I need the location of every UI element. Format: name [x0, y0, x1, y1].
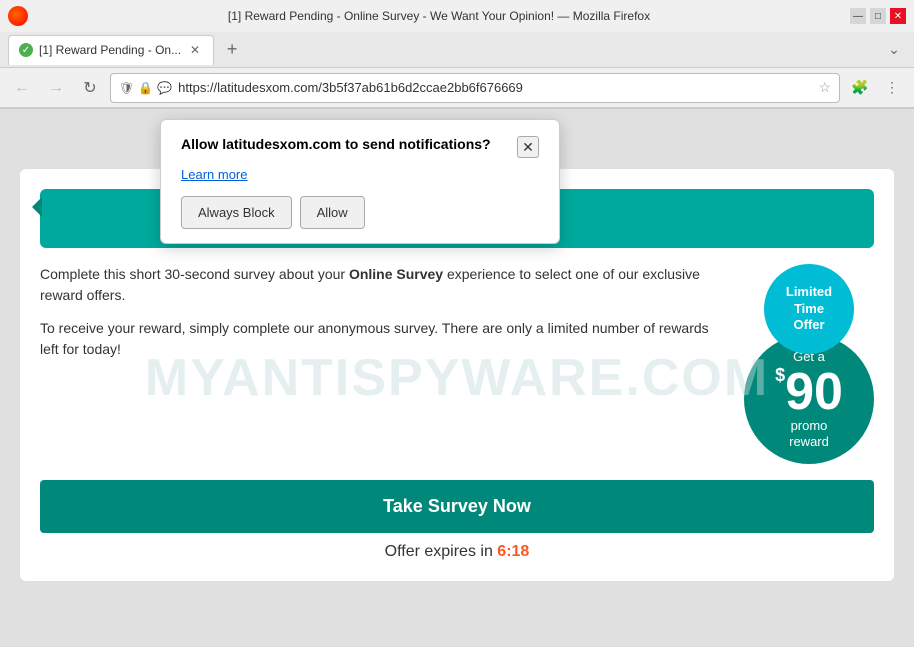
close-button[interactable]: ✕ — [890, 8, 906, 24]
back-button[interactable]: ← — [8, 74, 36, 102]
address-bar: ← → ↻ 🛡 🔒 💬 ☆ 🧩 ⋮ — [0, 68, 914, 108]
popup-header: Allow latitudesxom.com to send notificat… — [181, 136, 539, 158]
promo-amount-row: $ 90 — [775, 366, 843, 418]
promo-amount-value: 90 — [785, 366, 843, 418]
forward-button[interactable]: → — [42, 74, 70, 102]
bookmark-icon[interactable]: ☆ — [818, 79, 831, 96]
limited-time-badge: Limited Time Offer — [764, 264, 854, 354]
address-field[interactable]: 🛡 🔒 💬 ☆ — [110, 73, 840, 103]
tab-list-button[interactable]: ⌄ — [882, 38, 906, 62]
offer-text: Complete this short 30-second survey abo… — [40, 264, 728, 372]
title-bar: [1] Reward Pending - Online Survey - We … — [0, 0, 914, 32]
learn-more-link[interactable]: Learn more — [181, 167, 247, 182]
reload-button[interactable]: ↻ — [76, 74, 104, 102]
tab-label: [1] Reward Pending - On... — [39, 43, 181, 57]
lock-icon: 🔒 — [138, 81, 153, 95]
firefox-icon — [8, 6, 28, 26]
url-input[interactable] — [178, 80, 812, 95]
popup-close-button[interactable]: ✕ — [517, 136, 539, 158]
browser-chrome: [1] Reward Pending - Online Survey - We … — [0, 0, 914, 109]
popup-title: Allow latitudesxom.com to send notificat… — [181, 136, 517, 152]
tab-close-button[interactable]: ✕ — [187, 42, 203, 58]
page-content: MYANTISPYWARE.COM February 2, 2023 🇺🇸 Co… — [0, 109, 914, 647]
new-tab-button[interactable]: + — [218, 36, 246, 64]
offer-paragraph-1: Complete this short 30-second survey abo… — [40, 264, 728, 306]
tab-bar: ✓ [1] Reward Pending - On... ✕ + ⌄ — [0, 32, 914, 68]
address-security-icons: 🛡 🔒 💬 — [119, 81, 172, 95]
always-block-button[interactable]: Always Block — [181, 196, 292, 229]
allow-button[interactable]: Allow — [300, 196, 365, 229]
more-options-button[interactable]: ⋮ — [878, 74, 906, 102]
tab-favicon: ✓ — [19, 43, 33, 57]
window-title: [1] Reward Pending - Online Survey - We … — [36, 9, 842, 23]
circular-badge-container: Limited Time Offer Get a $ 90 promo rewa… — [744, 264, 874, 464]
maximize-button[interactable]: □ — [870, 8, 886, 24]
extensions-button[interactable]: 🧩 — [846, 74, 874, 102]
window-controls: — □ ✕ — [850, 8, 906, 24]
active-tab[interactable]: ✓ [1] Reward Pending - On... ✕ — [8, 35, 214, 65]
popup-buttons: Always Block Allow — [181, 196, 539, 229]
message-icon: 💬 — [157, 81, 172, 95]
toolbar-icons: 🧩 ⋮ — [846, 74, 906, 102]
notification-popup: Allow latitudesxom.com to send notificat… — [160, 119, 560, 244]
take-survey-button[interactable]: Take Survey Now — [40, 480, 874, 533]
promo-dollar-sign: $ — [775, 366, 785, 384]
offer-layout: Complete this short 30-second survey abo… — [40, 264, 874, 464]
shield-icon: 🛡 — [119, 81, 134, 95]
offer-paragraph-2: To receive your reward, simply complete … — [40, 318, 728, 360]
expires-timer: 6:18 — [497, 543, 529, 560]
offer-expires: Offer expires in 6:18 — [40, 543, 874, 561]
promo-label: promo reward — [789, 418, 829, 449]
minimize-button[interactable]: — — [850, 8, 866, 24]
